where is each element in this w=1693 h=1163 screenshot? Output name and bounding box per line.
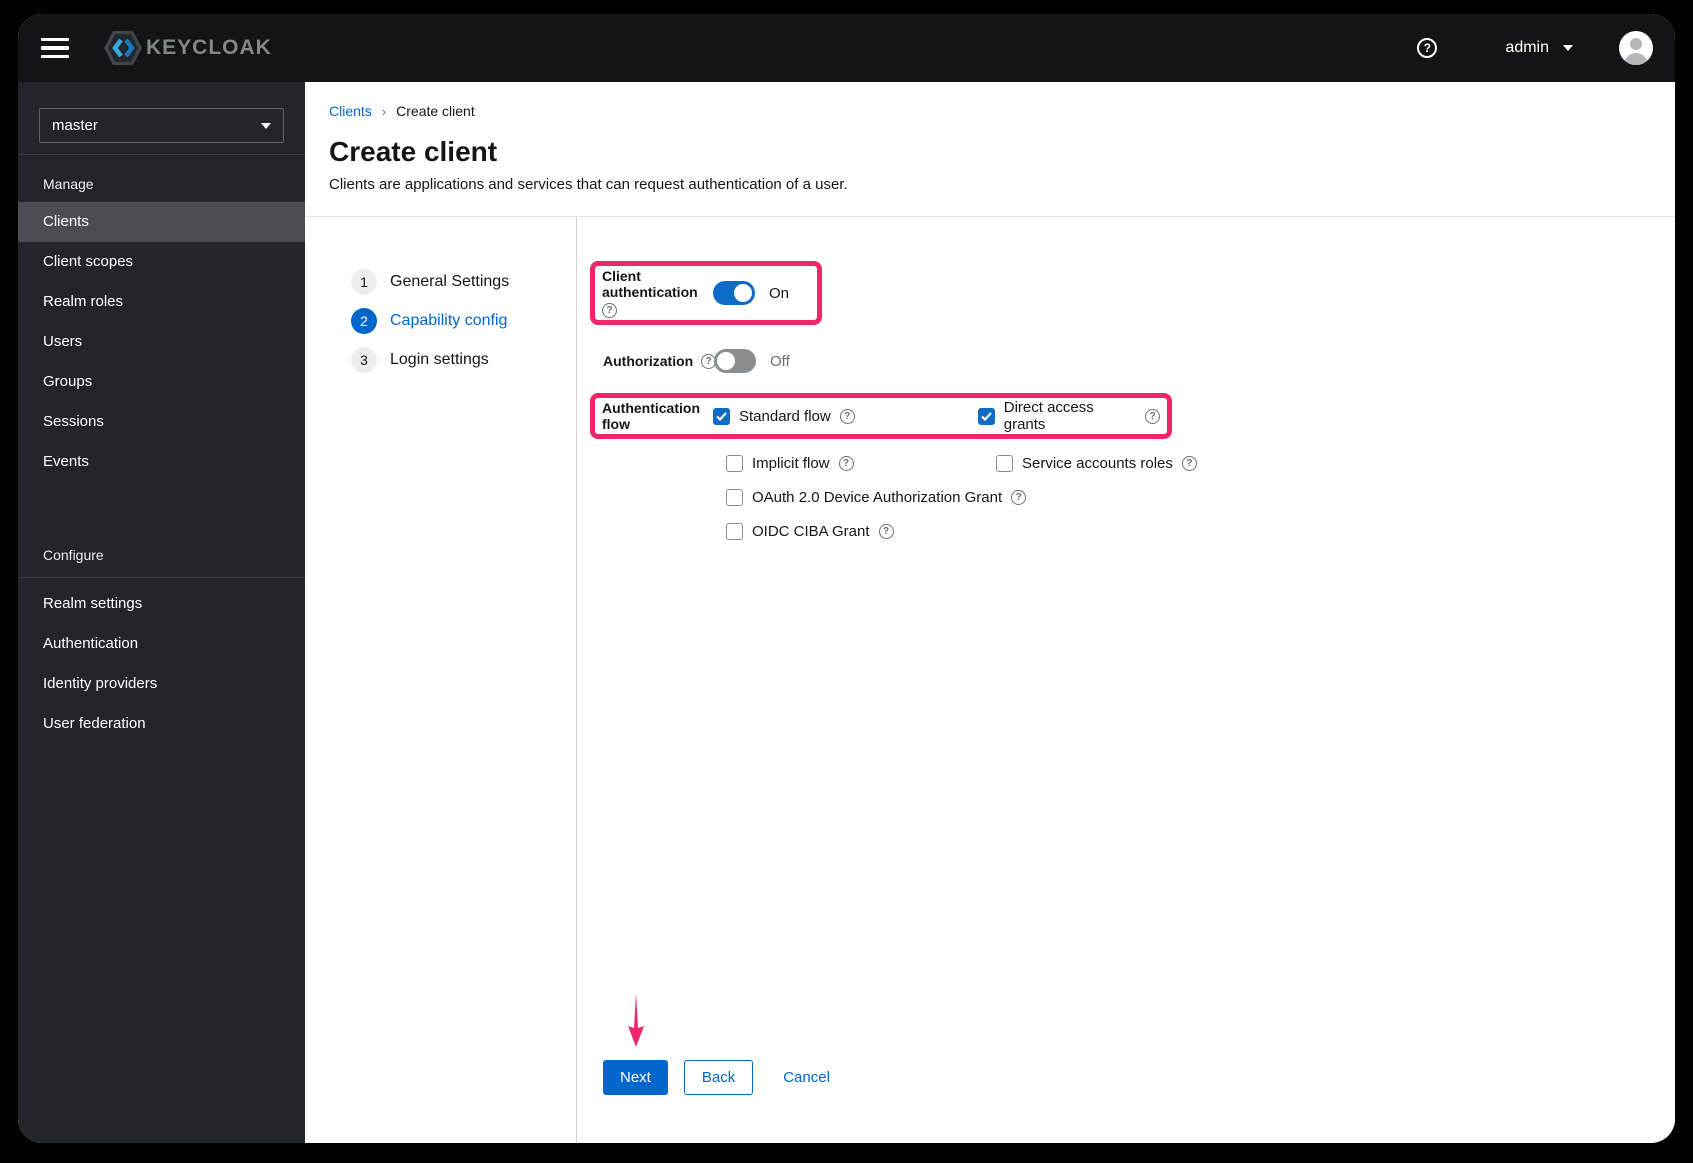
help-icon[interactable]: ? <box>1145 408 1160 424</box>
authentication-flow-options: Implicit flow? Service accounts roles? OAu… <box>726 455 1675 540</box>
wizard-nav: 1 General Settings 2 Capability config 3 Logi… <box>305 217 577 1143</box>
checkbox-unchecked-icon <box>726 523 743 540</box>
step-label: Login settings <box>390 351 489 368</box>
highlight-arrow-icon <box>628 993 644 1047</box>
checkbox-label: Implicit flow <box>752 455 830 472</box>
checkbox-oidc-ciba-grant[interactable]: OIDC CIBA Grant? <box>726 523 1675 540</box>
brand-text: KEYCLOAK <box>146 36 272 59</box>
checkbox-unchecked-icon <box>726 455 743 472</box>
help-icon[interactable]: ? <box>1181 456 1197 471</box>
checkbox-unchecked-icon <box>996 455 1013 472</box>
help-icon[interactable]: ? <box>1417 38 1438 58</box>
step-number: 2 <box>351 308 377 334</box>
sidebar-item-users[interactable]: Users <box>18 322 305 362</box>
page-subtitle: Clients are applications and services th… <box>329 176 848 193</box>
client-authentication-highlight-box: Client authentication ? On <box>590 261 822 325</box>
wizard: 1 General Settings 2 Capability config 3 Logi… <box>305 217 1675 1143</box>
wizard-step-capability-config[interactable]: 2 Capability config <box>351 308 576 334</box>
authorization-state: Off <box>770 352 790 370</box>
checkbox-oauth-2-0-device-authorization-grant[interactable]: OAuth 2.0 Device Authorization Grant? <box>726 489 1675 506</box>
breadcrumb-separator-icon: › <box>381 103 387 119</box>
sidebar-item-events[interactable]: Events <box>18 442 305 482</box>
breadcrumb: Clients › Create client <box>329 103 1651 119</box>
client-authentication-state: On <box>769 284 790 302</box>
nav-heading-manage: Manage <box>43 176 94 192</box>
checkbox-label: OAuth 2.0 Device Authorization Grant <box>752 489 1003 506</box>
sidebar-item-realm-settings[interactable]: Realm settings <box>18 584 305 624</box>
sidebar-item-authentication[interactable]: Authentication <box>18 624 305 664</box>
nav-heading-configure: Configure <box>18 526 305 578</box>
capability-config-form: Client authentication ? On Authorization… <box>577 217 1675 1143</box>
sidebar-item-realm-roles[interactable]: Realm roles <box>18 282 305 322</box>
checkbox-label: OIDC CIBA Grant <box>752 523 870 540</box>
person-icon <box>1624 38 1648 65</box>
authorization-row: Authorization ? Off <box>590 341 1675 381</box>
hamburger-menu-icon[interactable] <box>32 28 78 68</box>
step-label: General Settings <box>390 273 510 290</box>
checkbox-checked-icon <box>713 407 730 425</box>
sidebar: master Manage Clients Client scopes Realm r… <box>18 82 305 1143</box>
authorization-toggle[interactable] <box>714 349 756 373</box>
breadcrumb-current: Create client <box>396 103 475 119</box>
chevron-down-icon <box>261 122 271 129</box>
help-icon[interactable]: ? <box>1011 490 1027 505</box>
realm-name: master <box>52 117 98 134</box>
checkbox-label: Direct access grants <box>1003 399 1094 433</box>
authorization-label: Authorization <box>603 353 694 369</box>
avatar[interactable] <box>1619 31 1653 65</box>
checkbox-label: Service accounts roles <box>1022 455 1173 472</box>
top-bar: KEYCLOAK ? admin <box>18 14 1675 82</box>
next-button[interactable]: Next <box>603 1060 668 1095</box>
sidebar-item-groups[interactable]: Groups <box>18 362 305 402</box>
checkbox-direct-access-grants[interactable]: Direct access grants? <box>977 399 1160 433</box>
nav-section-manage: Manage Clients Client scopes Realm roles Use… <box>18 155 305 482</box>
chevron-down-icon <box>1563 45 1573 51</box>
checkbox-unchecked-icon <box>726 489 743 506</box>
keycloak-logo-icon <box>104 31 142 65</box>
user-menu[interactable]: admin <box>1505 39 1573 57</box>
help-icon[interactable]: ? <box>602 303 617 318</box>
authentication-flow-highlight-box: Authentication flow Standard flow? Direct… <box>590 393 1172 439</box>
checkbox-service-accounts-roles[interactable]: Service accounts roles? <box>996 455 1675 472</box>
checkbox-implicit-flow[interactable]: Implicit flow? <box>726 455 996 472</box>
user-name: admin <box>1505 39 1549 56</box>
step-number: 3 <box>351 347 377 373</box>
wizard-step-general-settings[interactable]: 1 General Settings <box>351 269 576 295</box>
main-content: Clients › Create client Create client Cl… <box>305 82 1675 1143</box>
keycloak-logo: KEYCLOAK <box>102 29 272 67</box>
checkbox-standard-flow[interactable]: Standard flow? <box>713 407 978 425</box>
sidebar-item-sessions[interactable]: Sessions <box>18 402 305 442</box>
step-label: Capability config <box>390 312 508 329</box>
checkbox-checked-icon <box>977 407 995 425</box>
client-authentication-toggle[interactable] <box>713 281 755 305</box>
wizard-footer: Next Back Cancel <box>590 993 1675 1095</box>
sidebar-item-clients[interactable]: Clients <box>18 202 305 242</box>
authentication-flow-label: Authentication flow <box>602 400 700 432</box>
page-title: Create client <box>329 136 498 167</box>
realm-select[interactable]: master <box>39 108 284 143</box>
help-icon[interactable]: ? <box>839 408 855 424</box>
wizard-step-login-settings[interactable]: 3 Login settings <box>351 347 576 373</box>
step-number: 1 <box>351 269 377 295</box>
cancel-button[interactable]: Cancel <box>769 1060 844 1095</box>
client-authentication-label: Client authentication <box>602 268 698 300</box>
page-header: Clients › Create client Create client Cl… <box>305 82 1675 217</box>
checkbox-label: Standard flow <box>739 407 831 425</box>
nav-section-configure: Configure Realm settings Authentication Ide… <box>18 526 305 744</box>
help-icon[interactable]: ? <box>878 524 894 539</box>
sidebar-item-user-federation[interactable]: User federation <box>18 704 305 744</box>
keycloak-admin-window: KEYCLOAK ? admin master Manage Clients Cli… <box>18 14 1675 1143</box>
sidebar-item-identity-providers[interactable]: Identity providers <box>18 664 305 704</box>
breadcrumb-clients-link[interactable]: Clients <box>329 103 372 119</box>
sidebar-item-client-scopes[interactable]: Client scopes <box>18 242 305 282</box>
back-button[interactable]: Back <box>683 1060 754 1095</box>
help-icon[interactable]: ? <box>838 456 854 471</box>
